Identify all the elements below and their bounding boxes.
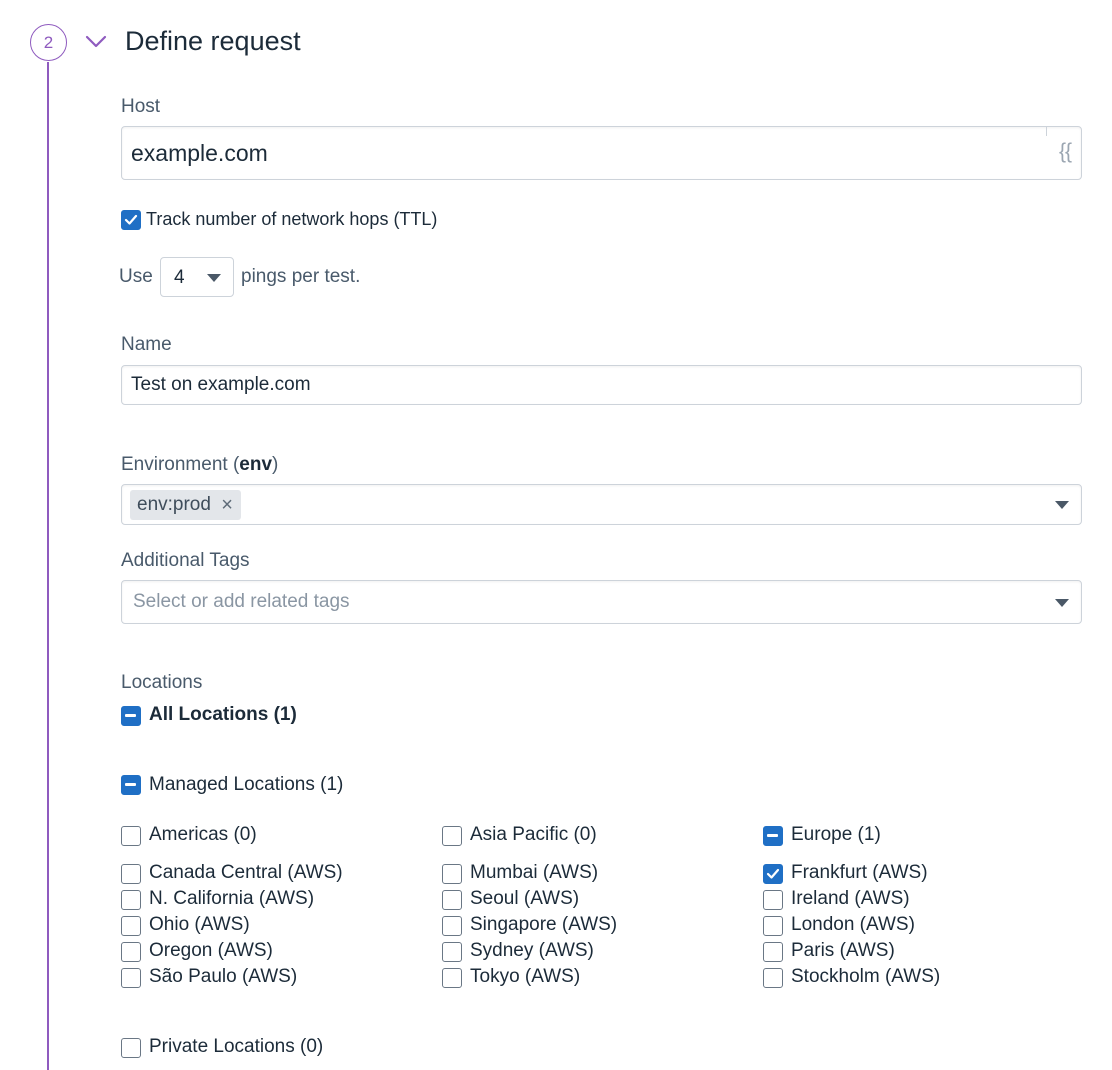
environment-label-text: Environment (	[121, 454, 240, 475]
location-checkbox[interactable]	[763, 968, 783, 988]
ttl-checkbox[interactable]	[121, 210, 141, 230]
location-label: Paris (AWS)	[791, 940, 895, 961]
checkmark-icon	[124, 214, 138, 225]
step-connector-line	[47, 62, 49, 1070]
location-checkbox[interactable]	[442, 968, 462, 988]
location-label: Canada Central (AWS)	[149, 862, 343, 883]
all-locations-label: All Locations (1)	[149, 704, 297, 725]
location-label: N. California (AWS)	[149, 888, 315, 909]
location-label: Frankfurt (AWS)	[791, 862, 928, 883]
name-value: Test on example.com	[131, 374, 311, 395]
location-label: São Paulo (AWS)	[149, 966, 298, 987]
host-divider	[1046, 126, 1047, 136]
ttl-label: Track number of network hops (TTL)	[146, 209, 438, 229]
pings-select[interactable]: 4	[160, 257, 234, 297]
location-checkbox[interactable]	[442, 890, 462, 910]
name-label: Name	[121, 334, 172, 355]
location-label: London (AWS)	[791, 914, 915, 935]
caret-down-icon	[207, 274, 221, 282]
environment-label-suffix: )	[272, 454, 279, 475]
step-number-badge: 2	[30, 24, 67, 61]
region-label: Europe (1)	[791, 824, 881, 845]
step-number: 2	[43, 32, 54, 52]
location-checkbox[interactable]	[121, 916, 141, 936]
location-checkbox[interactable]	[121, 968, 141, 988]
host-value: example.com	[131, 140, 268, 166]
region-label: Americas (0)	[149, 824, 257, 845]
additional-tags-placeholder: Select or add related tags	[133, 591, 350, 612]
pings-prefix: Use	[119, 266, 153, 287]
environment-select[interactable]: env:prod ×	[121, 484, 1082, 525]
chevron-down-icon[interactable]	[84, 32, 108, 50]
env-tag-text: env:prod	[137, 494, 211, 515]
location-checkbox[interactable]	[121, 864, 141, 884]
location-checkbox[interactable]	[442, 864, 462, 884]
environment-label-key: env	[239, 454, 273, 475]
all-locations-checkbox[interactable]	[121, 706, 141, 726]
location-label: Mumbai (AWS)	[470, 862, 599, 883]
location-label: Singapore (AWS)	[470, 914, 618, 935]
region-label: Asia Pacific (0)	[470, 824, 597, 845]
caret-down-icon	[1055, 599, 1069, 607]
environment-label: Environment (env)	[121, 454, 278, 476]
location-label: Oregon (AWS)	[149, 940, 273, 961]
location-checkbox[interactable]	[121, 942, 141, 962]
host-input[interactable]: example.com {{	[121, 126, 1082, 180]
name-input[interactable]: Test on example.com	[121, 365, 1082, 405]
variable-braces-icon[interactable]: {{	[1059, 140, 1072, 164]
pings-value: 4	[174, 267, 185, 288]
location-checkbox[interactable]	[121, 890, 141, 910]
location-checkbox[interactable]	[442, 916, 462, 936]
location-label: Stockholm (AWS)	[791, 966, 941, 987]
location-label: Ohio (AWS)	[149, 914, 250, 935]
env-tag-chip: env:prod ×	[130, 490, 241, 520]
location-label: Seoul (AWS)	[470, 888, 580, 909]
region-checkbox[interactable]	[763, 826, 783, 846]
private-locations-label: Private Locations (0)	[149, 1036, 324, 1057]
remove-tag-icon[interactable]: ×	[221, 490, 233, 520]
caret-down-icon	[1055, 501, 1069, 509]
managed-locations-checkbox[interactable]	[121, 775, 141, 795]
location-checkbox[interactable]	[763, 916, 783, 936]
location-label: Ireland (AWS)	[791, 888, 910, 909]
location-label: Sydney (AWS)	[470, 940, 594, 961]
location-checkbox[interactable]	[763, 864, 783, 884]
managed-locations-label: Managed Locations (1)	[149, 774, 344, 795]
location-checkbox[interactable]	[763, 942, 783, 962]
host-label: Host	[121, 96, 161, 117]
private-locations-checkbox[interactable]	[121, 1038, 141, 1058]
pings-suffix: pings per test.	[241, 266, 361, 287]
additional-tags-label: Additional Tags	[121, 550, 250, 571]
locations-label: Locations	[121, 672, 203, 693]
checkmark-icon	[766, 868, 780, 879]
location-checkbox[interactable]	[763, 890, 783, 910]
region-checkbox[interactable]	[121, 826, 141, 846]
location-label: Tokyo (AWS)	[470, 966, 581, 987]
location-checkbox[interactable]	[442, 942, 462, 962]
step-title: Define request	[125, 26, 301, 56]
region-checkbox[interactable]	[442, 826, 462, 846]
additional-tags-select[interactable]: Select or add related tags	[121, 580, 1082, 624]
